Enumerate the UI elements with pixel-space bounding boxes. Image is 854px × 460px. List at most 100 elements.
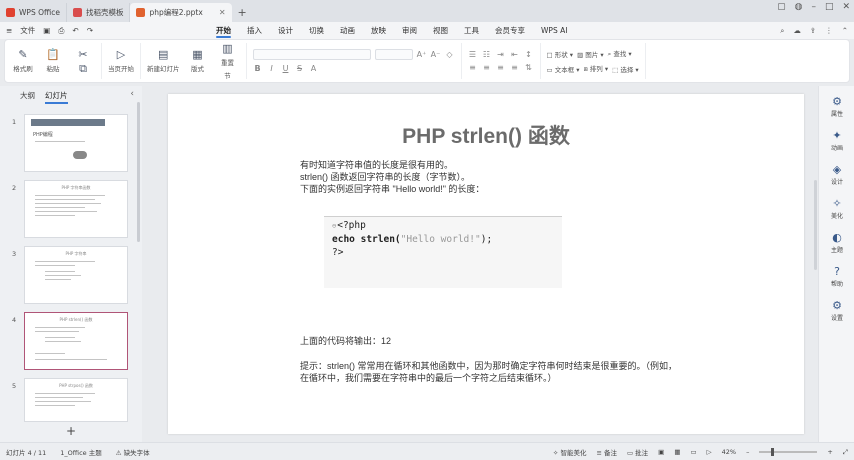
- tab-view[interactable]: 视图: [425, 22, 456, 39]
- shape-button[interactable]: □ 形状 ▾: [547, 49, 574, 59]
- comments-button[interactable]: ▭ 批注: [627, 447, 648, 457]
- canvas-scrollbar[interactable]: [814, 180, 817, 270]
- select-button[interactable]: ⬚ 选择 ▾: [612, 64, 639, 74]
- zoom-value[interactable]: 42%: [722, 448, 736, 456]
- font-size-select[interactable]: [374, 49, 413, 60]
- find-button[interactable]: ⌕ 查找 ▾: [608, 48, 632, 59]
- tab-review[interactable]: 审阅: [394, 22, 425, 39]
- tab-outline[interactable]: 大纲: [20, 90, 35, 104]
- missing-font-button[interactable]: ⚠ 缺失字体: [116, 447, 150, 457]
- tab-home[interactable]: 开始: [208, 22, 239, 39]
- notes-button[interactable]: ≡ 备注: [596, 447, 617, 457]
- tab-animation[interactable]: 动画: [332, 22, 363, 39]
- sidebar-beautify[interactable]: ✧ 美化: [819, 198, 854, 220]
- picture-button[interactable]: ▨ 图片 ▾: [577, 49, 604, 59]
- save-icon[interactable]: ▣: [43, 26, 50, 35]
- from-current-button[interactable]: ▷ 当页开始: [108, 49, 134, 73]
- outdent-icon[interactable]: ⇤: [510, 50, 520, 59]
- cloud-icon[interactable]: ☁: [793, 26, 801, 35]
- collapse-panel-icon[interactable]: ‹: [130, 89, 134, 99]
- textbox-button[interactable]: ▭ 文本框 ▾: [547, 64, 580, 74]
- window-menu-icon[interactable]: ▢: [777, 2, 786, 12]
- slide-title[interactable]: PHP strlen() 函数: [168, 120, 804, 150]
- tab-tools[interactable]: 工具: [456, 22, 487, 39]
- share-icon[interactable]: ⇪: [810, 26, 816, 35]
- arrange-button[interactable]: ⧈ 排列 ▾: [584, 63, 609, 74]
- hamburger-icon[interactable]: ≡: [6, 26, 12, 35]
- slide-body[interactable]: 有时知道字符串值的长度是很有用的。 strlen() 函数返回字符串的长度（字节…: [300, 159, 484, 195]
- italic-icon[interactable]: I: [267, 64, 277, 73]
- tab-wps-ai[interactable]: WPS AI: [533, 22, 575, 39]
- tab-document[interactable]: php编程2.pptx ✕: [130, 3, 232, 22]
- close-tab-icon[interactable]: ✕: [219, 8, 226, 17]
- numbering-icon[interactable]: ☷: [482, 50, 492, 59]
- shrink-font-icon[interactable]: A⁻: [431, 50, 441, 59]
- line-spacing-icon[interactable]: ↕: [524, 50, 534, 59]
- add-slide-button[interactable]: +: [66, 424, 76, 438]
- close-window-icon[interactable]: ✕: [842, 2, 850, 12]
- slide-thumbnail[interactable]: PHP 字符串: [24, 246, 128, 304]
- slide[interactable]: PHP strlen() 函数 有时知道字符串值的长度是很有用的。 strlen…: [168, 94, 804, 434]
- sidebar-properties[interactable]: ⚙ 属性: [819, 96, 854, 118]
- normal-view-icon[interactable]: ▣: [658, 448, 664, 456]
- print-icon[interactable]: ⎙: [58, 26, 64, 36]
- slide-thumbnail[interactable]: PHP编程: [24, 114, 128, 172]
- clear-format-icon[interactable]: ◇: [445, 50, 455, 59]
- strikethrough-icon[interactable]: S: [295, 64, 305, 73]
- new-slide-button[interactable]: ▤ 新建幻灯片: [147, 49, 180, 73]
- bold-icon[interactable]: B: [253, 64, 263, 73]
- undo-icon[interactable]: ↶: [72, 26, 78, 35]
- slide-tip-text[interactable]: 提示：strlen() 常常用在循环和其他函数中，因为那时确定字符串何时结束是很…: [300, 360, 680, 384]
- file-menu[interactable]: 文件: [20, 25, 35, 36]
- zoom-slider-knob[interactable]: [770, 448, 774, 456]
- text-direction-icon[interactable]: ⇅: [524, 63, 534, 72]
- collapse-ribbon-icon[interactable]: ⌃: [842, 26, 848, 35]
- font-name-select[interactable]: [252, 49, 371, 60]
- tab-transitions[interactable]: 切换: [301, 22, 332, 39]
- slide-thumbnail[interactable]: PHP strpos() 函数: [24, 378, 128, 422]
- tab-member[interactable]: 会员专享: [487, 22, 533, 39]
- cut-icon[interactable]: ✂: [78, 49, 87, 60]
- slide-thumbnail-selected[interactable]: PHP strlen() 函数: [24, 312, 128, 370]
- tab-design[interactable]: 设计: [270, 22, 301, 39]
- sidebar-help[interactable]: ? 帮助: [819, 266, 854, 288]
- align-left-icon[interactable]: ≡: [468, 63, 478, 72]
- grow-font-icon[interactable]: A⁺: [417, 50, 427, 59]
- align-right-icon[interactable]: ≡: [496, 63, 506, 72]
- maximize-icon[interactable]: □: [825, 2, 834, 12]
- tab-slideshow[interactable]: 放映: [363, 22, 394, 39]
- justify-icon[interactable]: ≡: [510, 63, 520, 72]
- underline-icon[interactable]: U: [281, 64, 291, 73]
- user-icon[interactable]: ◍: [795, 2, 803, 12]
- section-button[interactable]: ▥ 重置 节: [216, 43, 240, 80]
- sidebar-settings[interactable]: ⚙ 设置: [819, 300, 854, 322]
- more-icon[interactable]: ⋮: [825, 26, 833, 35]
- format-painter-button[interactable]: ✎ 格式刷: [11, 49, 35, 73]
- play-slideshow-icon[interactable]: ▷: [707, 448, 712, 456]
- layout-button[interactable]: ▦ 版式: [186, 49, 210, 73]
- copy-icon[interactable]: ⧉: [79, 63, 87, 74]
- indent-icon[interactable]: ⇥: [496, 50, 506, 59]
- align-center-icon[interactable]: ≡: [482, 63, 492, 72]
- minimize-icon[interactable]: –: [811, 2, 816, 12]
- search-icon[interactable]: ⌕: [780, 26, 784, 36]
- code-block[interactable]: ⊖<?php echo strlen("Hello world!"); ?>: [324, 216, 562, 288]
- beautify-button[interactable]: ✧ 智能美化: [553, 447, 587, 457]
- tab-wps-office[interactable]: WPS Office: [0, 3, 67, 22]
- tab-insert[interactable]: 插入: [239, 22, 270, 39]
- slide-output-text[interactable]: 上面的代码将输出：12: [300, 334, 391, 347]
- slide-thumbnail[interactable]: PHP 字符串函数: [24, 180, 128, 238]
- sidebar-animation[interactable]: ✦ 动画: [819, 130, 854, 152]
- sidebar-design[interactable]: ◈ 设计: [819, 164, 854, 186]
- tab-templates[interactable]: 找稻壳模板: [67, 3, 131, 22]
- slides-scrollbar[interactable]: [137, 102, 140, 242]
- reading-view-icon[interactable]: ▭: [690, 448, 696, 456]
- theme-name[interactable]: 1_Office 主题: [60, 447, 101, 457]
- font-color-icon[interactable]: A: [309, 64, 319, 73]
- zoom-out-icon[interactable]: –: [746, 448, 749, 456]
- redo-icon[interactable]: ↷: [87, 26, 93, 35]
- tab-slides[interactable]: 幻灯片: [45, 90, 68, 104]
- bullets-icon[interactable]: ☰: [468, 50, 478, 59]
- zoom-slider[interactable]: [759, 448, 818, 456]
- paste-button[interactable]: 📋 粘贴: [41, 49, 65, 73]
